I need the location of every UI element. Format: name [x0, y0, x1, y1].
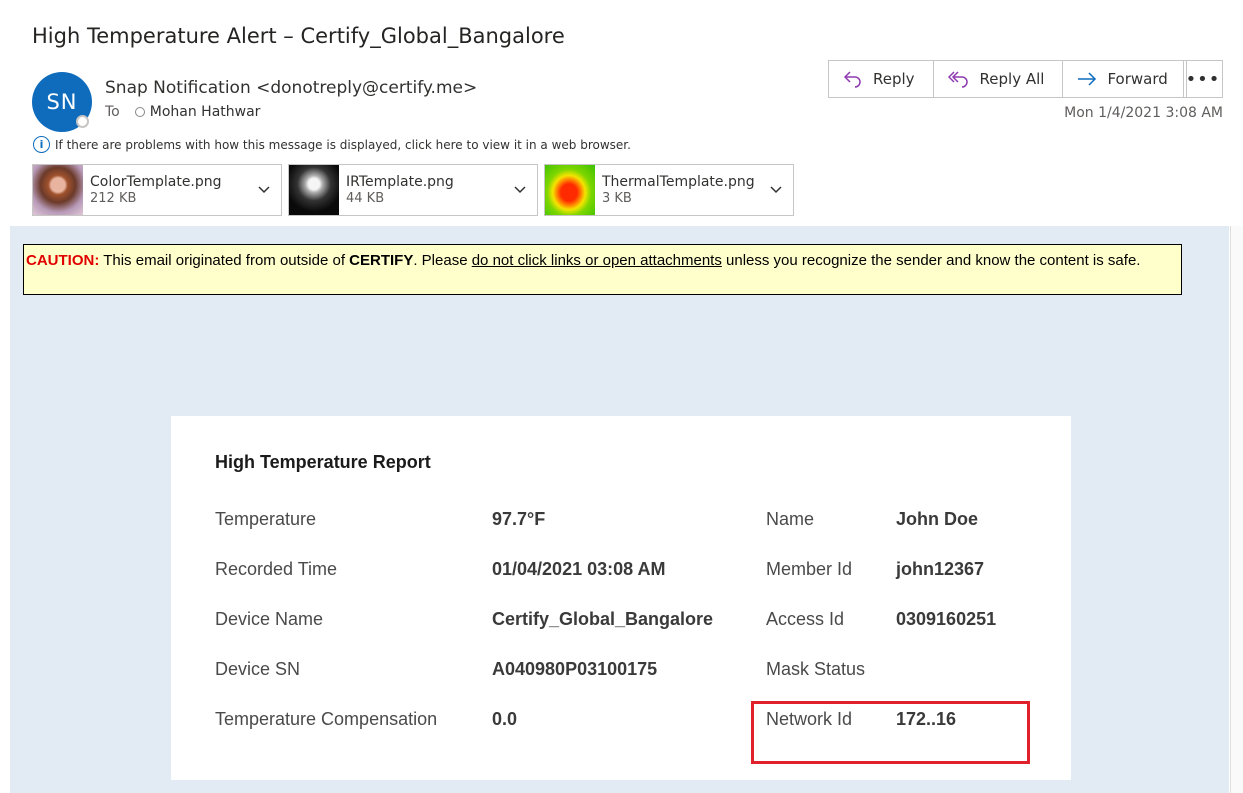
forward-icon: [1078, 72, 1097, 86]
recipient-name[interactable]: Mohan Hathwar: [150, 104, 261, 120]
email-subject: High Temperature Alert – Certify_Global_…: [32, 24, 565, 48]
sender-name[interactable]: Snap Notification <donotreply@certify.me…: [105, 78, 477, 98]
received-date: Mon 1/4/2021 3:08 AM: [1064, 105, 1223, 121]
attachment-list: ColorTemplate.png 212 KB IRTemplate.png …: [32, 164, 800, 216]
chevron-down-icon[interactable]: [257, 182, 271, 196]
field-label-access-id: Access Id: [766, 609, 845, 629]
field-label-recorded-time: Recorded Time: [215, 559, 338, 579]
attachment-item[interactable]: ColorTemplate.png 212 KB: [32, 164, 282, 216]
reply-button[interactable]: Reply: [829, 61, 934, 97]
display-info-text: If there are problems with how this mess…: [55, 137, 631, 152]
network-id-highlight-box: [751, 701, 1030, 764]
display-info-bar[interactable]: i If there are problems with how this me…: [33, 136, 631, 153]
reply-label: Reply: [873, 70, 915, 88]
caution-warning-text: do not click links or open attachments: [471, 252, 722, 269]
attachment-thumbnail: [545, 165, 595, 215]
field-label-name: Name: [766, 509, 815, 529]
forward-label: Forward: [1107, 70, 1168, 88]
reply-all-icon: [947, 71, 968, 88]
caution-text: This email originated from outside of: [99, 252, 350, 269]
field-value-access-id: 0309160251: [896, 609, 997, 629]
field-value-temperature-compensation: 0.0: [492, 709, 518, 729]
caution-org: CERTIFY: [349, 252, 414, 269]
field-label-device-sn: Device SN: [215, 659, 301, 679]
field-label-device-name: Device Name: [215, 609, 324, 629]
report-title: High Temperature Report: [215, 452, 431, 472]
field-label-temperature: Temperature: [215, 509, 317, 529]
reply-icon: [843, 71, 861, 88]
attachment-name: ColorTemplate.png: [90, 174, 222, 190]
attachment-size: 44 KB: [346, 191, 385, 206]
avatar-initials: SN: [46, 90, 78, 114]
field-value-member-id: john12367: [896, 559, 985, 579]
attachment-size: 212 KB: [90, 191, 137, 206]
chevron-down-icon[interactable]: [769, 182, 783, 196]
field-value-name: John Doe: [896, 509, 979, 529]
attachment-thumbnail: [33, 165, 83, 215]
attachment-size: 3 KB: [602, 191, 632, 206]
attachment-thumbnail: [289, 165, 339, 215]
caution-text: unless you recognize the sender and know…: [721, 252, 1141, 269]
field-label-mask-status: Mask Status: [766, 659, 866, 679]
caution-banner: CAUTION: This email originated from outs…: [23, 244, 1182, 295]
recipient-line: To Mohan Hathwar: [105, 104, 260, 120]
attachment-item[interactable]: IRTemplate.png 44 KB: [288, 164, 538, 216]
attachment-name: ThermalTemplate.png: [602, 174, 755, 190]
forward-button[interactable]: Forward: [1063, 61, 1185, 97]
info-icon: i: [33, 136, 50, 153]
field-label-member-id: Member Id: [766, 559, 853, 579]
body-scrollbar[interactable]: [1230, 226, 1243, 793]
message-actions: Reply Reply All Forward: [828, 60, 1187, 98]
presence-status-icon: [76, 115, 89, 128]
caution-text: . Please: [413, 252, 472, 269]
attachment-item[interactable]: ThermalTemplate.png 3 KB: [544, 164, 794, 216]
field-value-device-name: Certify_Global_Bangalore: [492, 609, 714, 629]
caution-label: CAUTION:: [26, 252, 100, 269]
attachment-name: IRTemplate.png: [346, 174, 454, 190]
chevron-down-icon[interactable]: [513, 182, 527, 196]
more-actions-button[interactable]: •••: [1183, 60, 1223, 98]
field-value-recorded-time: 01/04/2021 03:08 AM: [492, 559, 666, 579]
field-value-temperature: 97.7°F: [492, 509, 546, 529]
reply-all-label: Reply All: [979, 70, 1045, 88]
recipient-presence-icon: [134, 107, 145, 117]
reply-all-button[interactable]: Reply All: [934, 61, 1064, 97]
field-value-device-sn: A040980P03100175: [492, 659, 658, 679]
field-label-temperature-compensation: Temperature Compensation: [215, 709, 438, 729]
to-label: To: [105, 104, 120, 120]
